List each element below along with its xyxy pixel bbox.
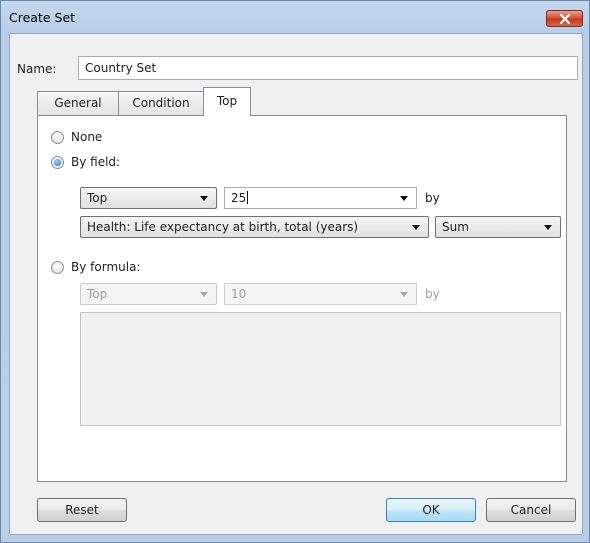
by-field-aggregation-dropdown[interactable]: Sum bbox=[435, 216, 561, 238]
cancel-button[interactable]: Cancel bbox=[486, 498, 576, 522]
chevron-down-icon bbox=[544, 225, 552, 230]
tab-condition[interactable]: Condition bbox=[118, 91, 204, 115]
by-field-by-label: by bbox=[425, 191, 440, 205]
create-set-dialog: Create Set Name: General Condition Top N… bbox=[0, 0, 590, 543]
by-formula-by-label: by bbox=[425, 287, 440, 301]
by-formula-radio[interactable] bbox=[51, 261, 64, 274]
top-tab-panel: None By field: Top 25 by Health: Life ex… bbox=[37, 115, 567, 482]
by-formula-direction-dropdown[interactable]: Top bbox=[80, 283, 217, 305]
none-radio[interactable] bbox=[51, 131, 64, 144]
reset-button[interactable]: Reset bbox=[37, 498, 127, 522]
by-field-field-value: Health: Life expectancy at birth, total … bbox=[87, 220, 359, 234]
by-field-direction-value: Top bbox=[87, 191, 108, 205]
by-formula-count-combobox[interactable]: 10 bbox=[224, 283, 417, 305]
chevron-down-icon bbox=[400, 196, 408, 201]
title-bar[interactable]: Create Set bbox=[1, 1, 589, 33]
formula-textarea[interactable] bbox=[80, 312, 561, 426]
none-label: None bbox=[71, 130, 103, 144]
by-formula-direction-value: Top bbox=[87, 287, 108, 301]
chevron-down-icon bbox=[200, 196, 208, 201]
tab-top[interactable]: Top bbox=[203, 87, 251, 116]
by-field-field-dropdown[interactable]: Health: Life expectancy at birth, total … bbox=[80, 216, 429, 238]
by-field-direction-dropdown[interactable]: Top bbox=[80, 187, 217, 209]
chevron-down-icon bbox=[400, 292, 408, 297]
by-field-count-combobox[interactable]: 25 bbox=[224, 187, 417, 209]
by-field-aggregation-value: Sum bbox=[442, 220, 469, 234]
name-input[interactable] bbox=[78, 56, 578, 80]
dialog-body: Name: General Condition Top None By fiel… bbox=[9, 33, 583, 535]
tab-general[interactable]: General bbox=[37, 91, 119, 115]
close-button[interactable] bbox=[546, 10, 583, 27]
chevron-down-icon bbox=[412, 225, 420, 230]
close-icon bbox=[560, 14, 570, 24]
window-title: Create Set bbox=[9, 10, 76, 25]
chevron-down-icon bbox=[200, 292, 208, 297]
by-field-count-value: 25 bbox=[231, 191, 247, 205]
text-caret bbox=[247, 191, 249, 204]
by-formula-label: By formula: bbox=[71, 260, 141, 274]
by-field-radio[interactable] bbox=[51, 156, 64, 169]
by-formula-count-value: 10 bbox=[231, 287, 247, 301]
ok-button[interactable]: OK bbox=[386, 498, 476, 522]
by-field-label: By field: bbox=[71, 155, 121, 169]
name-label: Name: bbox=[17, 62, 57, 76]
